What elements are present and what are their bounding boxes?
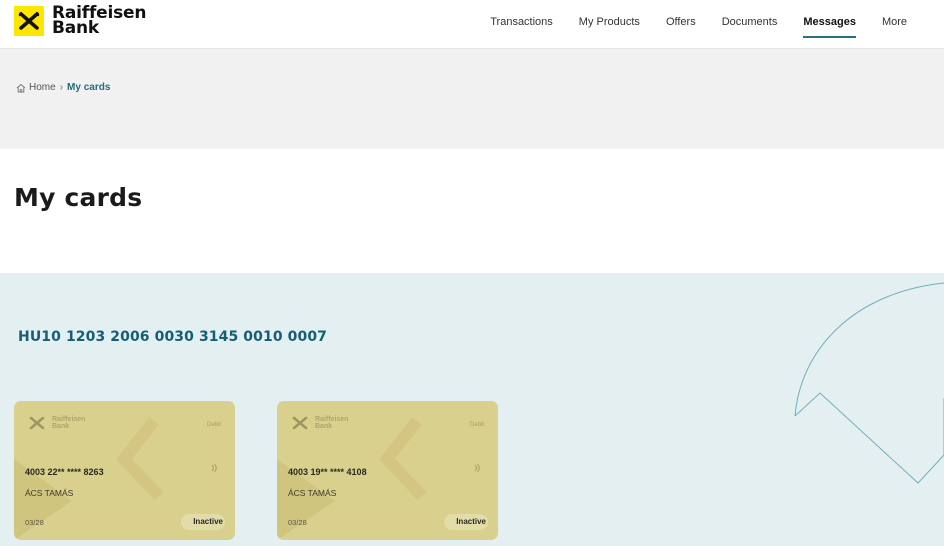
card-number: 4003 19** **** 4108 [288,467,367,477]
card-bank-name-line2: Bank [52,423,70,430]
contactless-icon [210,460,220,478]
bank-name: Raiffeisen Bank [52,5,146,38]
breadcrumb-band: Home › My cards [0,49,944,149]
card-type: Debit [469,422,484,428]
breadcrumb-separator: › [59,82,64,93]
nav-my-products[interactable]: My Products [579,0,640,48]
account-iban[interactable]: HU10 1203 2006 0030 3145 0010 0007 [18,329,327,345]
nav-transactions[interactable]: Transactions [490,0,553,48]
nav-documents[interactable]: Documents [722,0,778,48]
contactless-icon [473,460,483,478]
card-bank-name-line1: Raiffeisen [52,416,86,423]
card-status-badge: Inactive [193,517,223,526]
card-bank-name: Raiffeisen Bank [315,416,348,430]
card-bank-logo: Raiffeisen Bank [28,415,85,431]
card-bank-name-line1: Raiffeisen [315,416,349,423]
card-holder: ÁCS TAMÁS [25,488,74,498]
breadcrumb-home[interactable]: Home [29,82,56,93]
bank-logo[interactable]: Raiffeisen Bank [14,5,146,38]
raiffeisen-cross-icon [28,415,46,431]
raiffeisen-cross-icon [291,415,309,431]
card-bank-name: Raiffeisen Bank [52,416,85,430]
nav-messages[interactable]: Messages [803,0,856,48]
breadcrumb-current: My cards [67,82,111,93]
raiffeisen-cross-icon [14,6,44,36]
top-header: Raiffeisen Bank Transactions My Products… [0,0,944,49]
card-number: 4003 22** **** 8263 [25,467,104,477]
card-holder: ÁCS TAMÁS [288,488,337,498]
main-nav: Transactions My Products Offers Document… [490,0,944,48]
card-type: Debit [206,422,221,428]
card-item[interactable]: Raiffeisen Bank Debit 4003 19** **** 410… [277,401,498,540]
card-item[interactable]: Raiffeisen Bank Debit 4003 22** **** 826… [14,401,235,540]
card-status-badge: Inactive [456,517,486,526]
breadcrumb: Home › My cards [16,82,110,93]
card-expiry: 03/28 [25,518,44,527]
page-title: My cards [14,183,143,212]
bank-name-line2: Bank [52,18,100,38]
card-expiry: 03/28 [288,518,307,527]
card-bank-logo: Raiffeisen Bank [291,415,348,431]
home-icon[interactable] [16,83,26,93]
card-bank-name-line2: Bank [315,423,333,430]
account-section: HU10 1203 2006 0030 3145 0010 0007 Raiff… [0,273,944,546]
nav-more[interactable]: More [882,0,907,48]
nav-offers[interactable]: Offers [666,0,696,48]
